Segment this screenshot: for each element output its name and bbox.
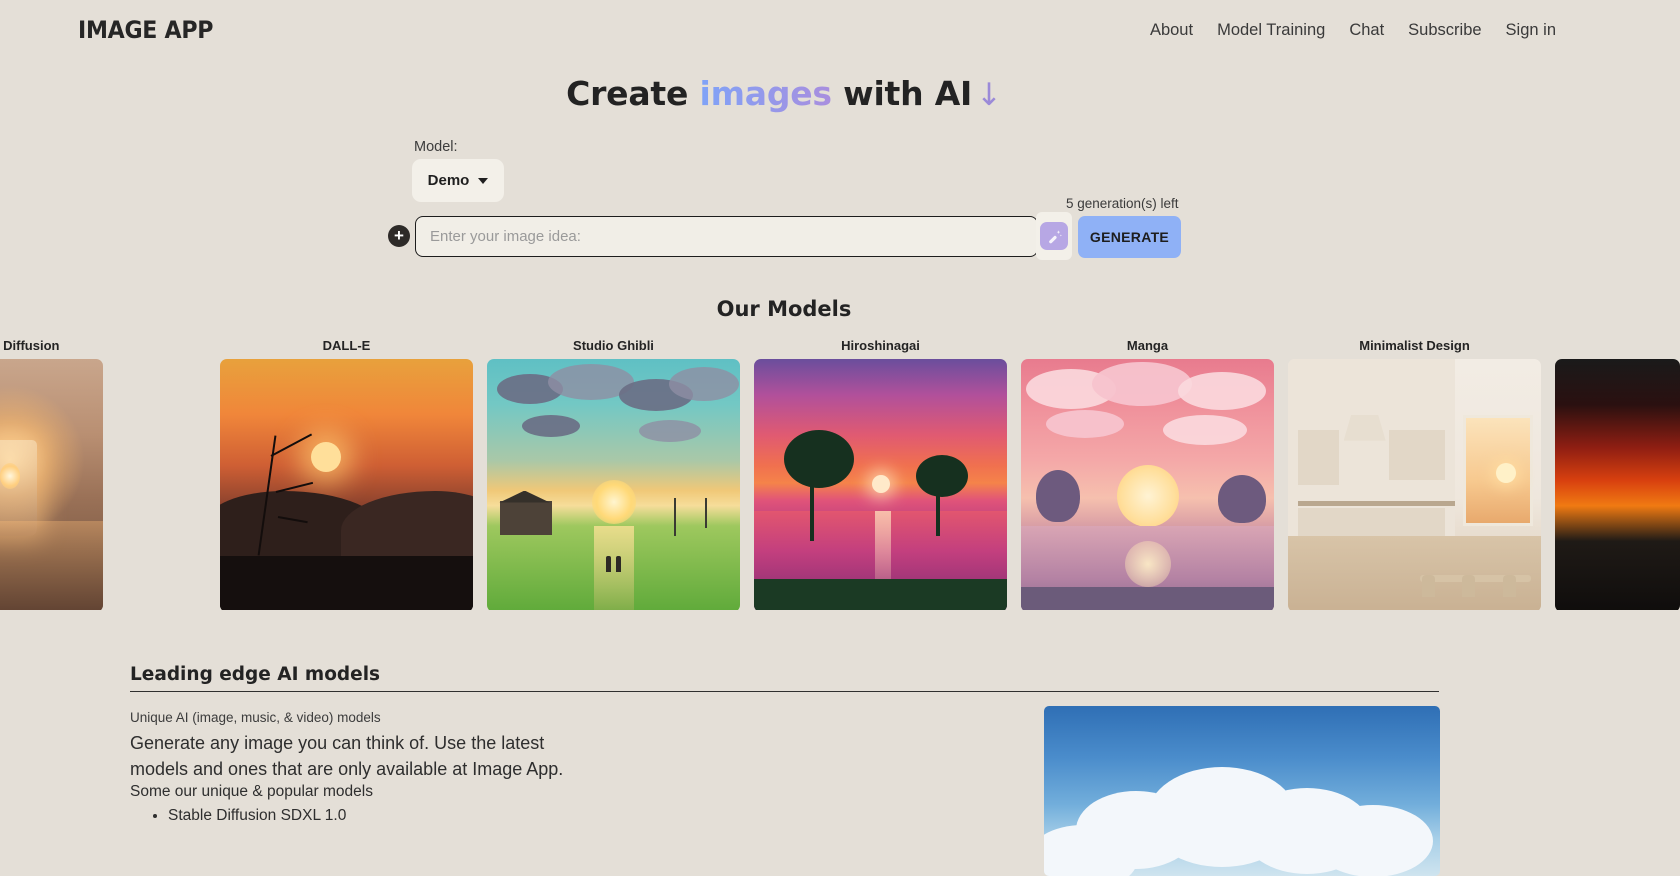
model-card-thumbnail — [0, 359, 103, 610]
magic-wand-icon — [1046, 228, 1063, 245]
model-card-hiroshinagai[interactable]: Hiroshinagai — [754, 338, 1007, 610]
plus-icon: + — [394, 227, 404, 244]
model-card-label: Studio Ghibli — [487, 338, 740, 353]
leading-edge-image — [1044, 706, 1440, 876]
chevron-down-icon — [478, 178, 488, 184]
site-header: IMAGE APP About Model Training Chat Subs… — [0, 0, 1568, 60]
model-card-thumbnail — [220, 359, 473, 610]
model-card-thumbnail — [1021, 359, 1274, 610]
hero-title-suffix: with AI — [832, 74, 972, 113]
model-selector-value: Demo — [428, 172, 470, 189]
nav-link-model-training[interactable]: Model Training — [1217, 21, 1325, 40]
model-card-minimalist-design[interactable]: Minimalist Design — [1288, 338, 1541, 610]
nav-link-chat[interactable]: Chat — [1349, 21, 1384, 40]
list-item: Stable Diffusion SDXL 1.0 — [168, 804, 346, 827]
model-card-thumbnail — [1288, 359, 1541, 610]
nav-link-about[interactable]: About — [1150, 21, 1193, 40]
down-arrow-icon: ↓ — [976, 77, 1002, 113]
enhance-prompt-button[interactable] — [1040, 222, 1068, 250]
hero-title-accent: images — [699, 74, 831, 113]
generations-left-text: 5 generation(s) left — [1066, 196, 1179, 211]
model-card-partial-next[interactable] — [1555, 338, 1680, 610]
our-models-heading: Our Models — [0, 297, 1568, 321]
model-card-stable-diffusion[interactable]: Stable Diffusion — [0, 338, 103, 610]
model-card-label: DALL-E — [220, 338, 473, 353]
section-divider — [130, 691, 1439, 692]
model-card-dall-e[interactable]: DALL-E — [220, 338, 473, 610]
model-selector-label: Model: — [414, 139, 458, 155]
popular-models-label: Some our unique & popular models — [130, 783, 373, 801]
add-attachment-button[interactable]: + — [388, 225, 410, 247]
enhance-prompt-container — [1036, 212, 1072, 260]
model-card-studio-ghibli[interactable]: Studio Ghibli — [487, 338, 740, 610]
popular-models-list: Stable Diffusion SDXL 1.0 — [152, 804, 346, 827]
model-selector-dropdown[interactable]: Demo — [412, 159, 504, 202]
nav-link-sign-in[interactable]: Sign in — [1506, 21, 1556, 40]
model-card-thumbnail — [1555, 359, 1680, 610]
model-card-manga[interactable]: Manga — [1021, 338, 1274, 610]
main-navigation: About Model Training Chat Subscribe Sign… — [1150, 21, 1556, 40]
leading-edge-body: Generate any image you can think of. Use… — [130, 730, 600, 782]
model-card-label: Stable Diffusion — [0, 338, 103, 353]
model-cards-carousel[interactable]: Stable Diffusion DALL-E Studio Ghibli — [0, 338, 1680, 610]
model-card-thumbnail — [487, 359, 740, 610]
model-card-label: Manga — [1021, 338, 1274, 353]
prompt-input[interactable] — [415, 216, 1038, 257]
model-card-thumbnail — [754, 359, 1007, 610]
page-title: Create images with AI↓ — [0, 74, 1568, 113]
model-card-label: Minimalist Design — [1288, 338, 1541, 353]
hero-title-prefix: Create — [566, 74, 699, 113]
brand-logo[interactable]: IMAGE APP — [78, 16, 213, 44]
leading-edge-subtitle: Unique AI (image, music, & video) models — [130, 710, 381, 725]
generate-button[interactable]: GENERATE — [1078, 216, 1181, 258]
model-card-label: Hiroshinagai — [754, 338, 1007, 353]
nav-link-subscribe[interactable]: Subscribe — [1408, 21, 1481, 40]
leading-edge-heading: Leading edge AI models — [130, 664, 380, 685]
